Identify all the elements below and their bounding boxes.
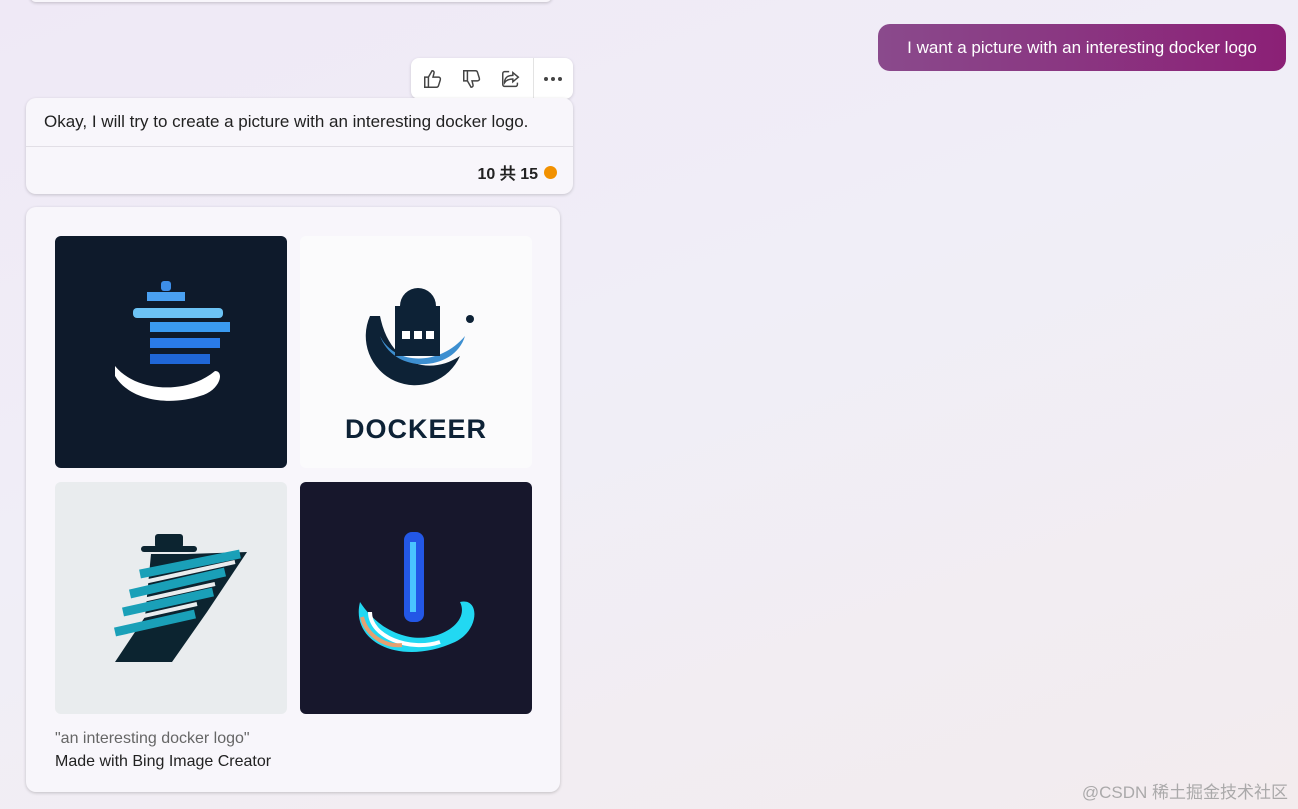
- thumbs-up-button[interactable]: [413, 58, 452, 99]
- share-icon: [502, 70, 520, 87]
- generated-image-4[interactable]: [300, 482, 532, 714]
- ship-logo-image: [115, 281, 230, 401]
- dockeer-logo-image: [365, 288, 474, 386]
- made-with-link[interactable]: Made with Bing Image Creator: [55, 753, 271, 771]
- wave-anchor-logo-image: [358, 532, 475, 653]
- more-icon: [544, 76, 563, 81]
- divider: [26, 146, 573, 147]
- turn-counter: 10 共 15: [477, 160, 557, 184]
- thumbs-up-icon: [423, 69, 441, 88]
- image-prompt-caption: "an interesting docker logo": [55, 730, 250, 747]
- more-button[interactable]: [534, 58, 573, 99]
- reply-text: Okay, I will try to create a picture wit…: [44, 112, 529, 131]
- image-results-card: DOCKEER "an interesting docker logo" Mad…: [26, 207, 560, 792]
- user-message-text: I want a picture with an interesting doc…: [907, 37, 1257, 57]
- share-button[interactable]: [492, 58, 531, 99]
- previous-card: [30, 0, 552, 2]
- watermark: @CSDN 稀土掘金技术社区: [1081, 783, 1288, 802]
- dockeer-label: DOCKEER: [344, 414, 487, 444]
- generated-image-2[interactable]: DOCKEER: [300, 236, 532, 468]
- generated-image-1[interactable]: [55, 236, 287, 468]
- striped-logo-image: [114, 534, 247, 662]
- user-message: I want a picture with an interesting doc…: [878, 24, 1286, 71]
- thumbs-down-button[interactable]: [452, 58, 491, 99]
- message-actions: [411, 58, 573, 99]
- assistant-reply: Okay, I will try to create a picture wit…: [26, 98, 573, 194]
- thumbs-down-icon: [462, 69, 481, 88]
- turn-count-text: 10 共 15: [477, 166, 539, 183]
- generated-image-3[interactable]: [55, 482, 287, 714]
- status-dot-icon: [544, 165, 557, 179]
